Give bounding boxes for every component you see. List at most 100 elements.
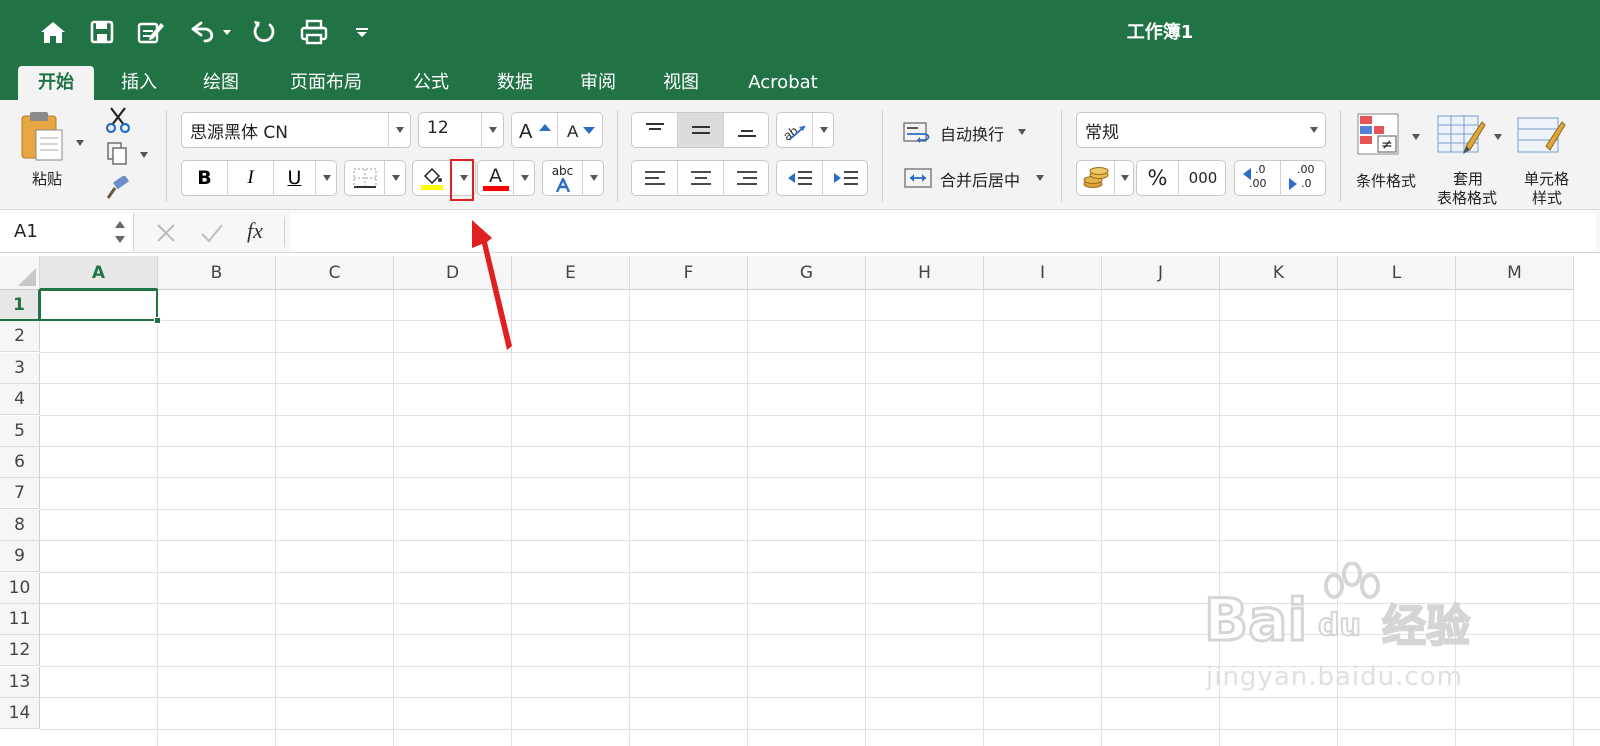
home-icon[interactable] xyxy=(38,12,68,52)
selected-cell[interactable] xyxy=(39,289,161,325)
insert-function-button[interactable]: fx xyxy=(247,218,263,244)
tab-insert[interactable]: 插入 xyxy=(108,66,170,100)
font-size-combo[interactable]: 12 xyxy=(418,112,504,148)
font-name-combo[interactable]: 思源黑体 CN xyxy=(181,112,411,148)
row-header-10[interactable]: 10 xyxy=(0,572,40,604)
fill-handle[interactable] xyxy=(154,317,161,325)
row-header-14[interactable]: 14 xyxy=(0,698,40,730)
tab-acrobat[interactable]: Acrobat xyxy=(738,66,828,100)
edit-workbook-icon[interactable] xyxy=(134,12,168,52)
number-format-dropdown-icon[interactable] xyxy=(1303,113,1325,147)
underline-button[interactable]: U xyxy=(274,161,316,195)
fill-color-dropdown-icon[interactable] xyxy=(450,159,477,201)
orientation-button[interactable]: ab xyxy=(777,113,813,147)
align-bottom-button[interactable] xyxy=(724,113,770,147)
undo-icon[interactable] xyxy=(186,12,232,52)
row-header-2[interactable]: 2 xyxy=(0,321,40,353)
fill-color-button[interactable] xyxy=(413,161,451,195)
increase-font-size-button[interactable]: A xyxy=(512,113,558,147)
name-box[interactable]: A1 xyxy=(0,213,134,251)
merge-center-button[interactable]: 合并后居中 xyxy=(902,164,1052,192)
print-icon[interactable] xyxy=(298,12,330,52)
accounting-format-button[interactable] xyxy=(1077,161,1115,195)
row-header-12[interactable]: 12 xyxy=(0,635,40,667)
orientation-dropdown-icon[interactable] xyxy=(813,113,835,147)
percent-style-button[interactable]: % xyxy=(1137,161,1179,195)
cell-styles-button[interactable] xyxy=(1516,112,1600,160)
decrease-indent-button[interactable] xyxy=(777,161,823,195)
comma-style-button[interactable]: 000 xyxy=(1179,161,1227,195)
font-name-dropdown-icon[interactable] xyxy=(388,113,410,147)
font-color-button[interactable]: A xyxy=(478,161,514,195)
column-header-b[interactable]: B xyxy=(158,256,276,290)
column-header-l[interactable]: L xyxy=(1338,256,1456,290)
enter-check-icon[interactable] xyxy=(200,222,224,244)
column-header-m[interactable]: M xyxy=(1456,256,1574,290)
phonetic-guide-button[interactable]: abc xyxy=(543,161,583,195)
tab-home[interactable]: 开始 xyxy=(18,66,94,100)
format-painter-icon[interactable] xyxy=(104,175,132,202)
wrap-text-dropdown-icon[interactable] xyxy=(1018,129,1026,135)
decrease-font-size-button[interactable]: A xyxy=(558,113,604,147)
wrap-text-button[interactable]: 自动换行 xyxy=(902,118,1032,146)
paste-dropdown-icon[interactable] xyxy=(76,140,84,146)
tab-draw[interactable]: 绘图 xyxy=(190,66,252,100)
row-header-7[interactable]: 7 xyxy=(0,478,40,510)
redo-icon[interactable] xyxy=(248,12,278,52)
borders-button[interactable] xyxy=(344,160,406,196)
format-as-table-button[interactable] xyxy=(1436,112,1506,160)
column-header-a[interactable]: A xyxy=(40,256,158,290)
row-header-4[interactable]: 4 xyxy=(0,384,40,416)
row-header-9[interactable]: 9 xyxy=(0,541,40,573)
column-header-i[interactable]: I xyxy=(984,256,1102,290)
decrease-decimal-button[interactable]: .00 .0 xyxy=(1281,161,1327,195)
column-header-h[interactable]: H xyxy=(866,256,984,290)
align-right-button[interactable] xyxy=(724,161,770,195)
font-size-dropdown-icon[interactable] xyxy=(481,113,503,147)
tab-review[interactable]: 审阅 xyxy=(567,66,629,100)
copy-icon[interactable] xyxy=(104,140,150,168)
cancel-icon[interactable] xyxy=(155,222,177,244)
increase-decimal-button[interactable]: .0 .00 xyxy=(1235,161,1281,195)
merge-center-dropdown-icon[interactable] xyxy=(1036,175,1044,181)
row-header-13[interactable]: 13 xyxy=(0,666,40,698)
phonetic-dropdown-icon[interactable] xyxy=(583,161,605,195)
font-color-dropdown-icon[interactable] xyxy=(514,161,536,195)
row-header-6[interactable]: 6 xyxy=(0,447,40,478)
row-header-5[interactable]: 5 xyxy=(0,415,40,447)
column-header-g[interactable]: G xyxy=(748,256,866,290)
name-box-stepper-icon[interactable] xyxy=(114,218,126,246)
format-as-table-dropdown-icon[interactable] xyxy=(1494,134,1502,140)
column-header-k[interactable]: K xyxy=(1220,256,1338,290)
underline-dropdown-icon[interactable] xyxy=(316,161,338,195)
number-format-combo[interactable]: 常规 xyxy=(1076,112,1326,148)
align-top-button[interactable] xyxy=(632,113,678,147)
column-header-c[interactable]: C xyxy=(276,256,394,290)
accounting-dropdown-icon[interactable] xyxy=(1115,161,1135,195)
row-header-11[interactable]: 11 xyxy=(0,604,40,635)
borders-dropdown-icon[interactable] xyxy=(385,161,407,195)
align-middle-button[interactable] xyxy=(678,113,724,147)
tab-view[interactable]: 视图 xyxy=(650,66,712,100)
align-left-button[interactable] xyxy=(632,161,678,195)
align-center-button[interactable] xyxy=(678,161,724,195)
row-header-8[interactable]: 8 xyxy=(0,509,40,541)
copy-dropdown-icon[interactable] xyxy=(140,152,148,158)
conditional-format-dropdown-icon[interactable] xyxy=(1412,134,1420,140)
save-icon[interactable] xyxy=(88,12,116,52)
bold-button[interactable]: B xyxy=(182,161,228,195)
column-header-j[interactable]: J xyxy=(1102,256,1220,290)
paste-button[interactable] xyxy=(18,108,88,170)
increase-indent-button[interactable] xyxy=(823,161,869,195)
row-header-1[interactable]: 1 xyxy=(0,290,40,321)
tab-page-layout[interactable]: 页面布局 xyxy=(276,66,376,100)
row-header-3[interactable]: 3 xyxy=(0,352,40,384)
select-all-corner[interactable] xyxy=(0,256,40,290)
customize-qat-icon[interactable] xyxy=(352,12,372,52)
tab-data[interactable]: 数据 xyxy=(484,66,546,100)
column-header-f[interactable]: F xyxy=(630,256,748,290)
conditional-format-button[interactable]: ≠ xyxy=(1356,112,1426,160)
italic-button[interactable]: I xyxy=(228,161,274,195)
cut-icon[interactable] xyxy=(104,106,132,134)
tab-formulas[interactable]: 公式 xyxy=(400,66,462,100)
